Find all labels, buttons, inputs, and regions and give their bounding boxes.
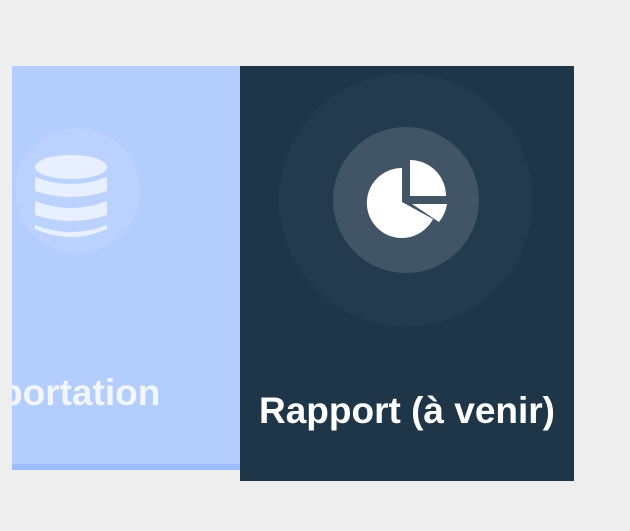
import-tile[interactable]: portation bbox=[12, 66, 240, 470]
database-icon bbox=[35, 155, 107, 237]
import-tile-label: portation bbox=[12, 372, 161, 413]
pie-chart-icon bbox=[366, 160, 447, 238]
report-tile-label: Rapport (à venir) bbox=[258, 390, 556, 431]
report-tile[interactable]: Rapport (à venir) bbox=[240, 66, 574, 481]
menu-panel: portation Rapport (à venir) bbox=[0, 0, 630, 531]
